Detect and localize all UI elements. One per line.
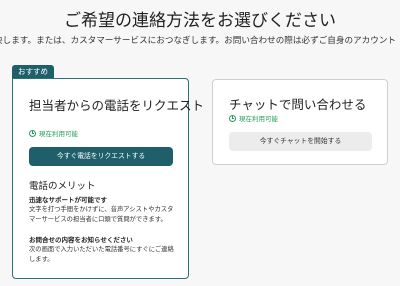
page-title: ご希望の連絡方法をお選びください — [64, 11, 336, 31]
intro-text: 決します。または、カスタマーサービスにおつなぎします。お問い合わせの際は必ずご自… — [0, 36, 397, 46]
availability-label: 現在利用可能 — [39, 130, 78, 138]
recommended-badge: おすすめ — [12, 65, 54, 79]
benefit-body: 文字を打つ手間をかけずに、音声アシストやカスタマーサービスの担当者に口頭で質問が… — [29, 206, 174, 223]
chat-availability: 現在利用可能 — [229, 113, 278, 123]
call-request-card: 担当者からの電話をリクエスト 現在利用可能 今すぐ電話をリクエストする 電話のメ… — [12, 78, 204, 279]
benefit-title: お問合せの内容をお知らせください — [29, 236, 133, 244]
benefit-body: 次の画面で入力いただいた電話番号にすぐにご連絡します。 — [29, 246, 174, 263]
clock-icon — [229, 114, 236, 122]
chat-card-title: チャットで問い合わせる — [229, 97, 367, 112]
benefit-title: 迅速なサポートが可能です — [29, 196, 107, 204]
request-call-button[interactable]: 今すぐ電話をリクエストする — [29, 147, 173, 166]
chat-card: チャットで問い合わせる 現在利用可能 今すぐチャットを開始する — [212, 79, 388, 165]
call-availability: 現在利用可能 — [29, 128, 78, 138]
benefits-title: 電話のメリット — [29, 181, 96, 192]
start-chat-button[interactable]: 今すぐチャットを開始する — [229, 132, 372, 151]
clock-icon — [29, 129, 36, 137]
availability-label: 現在利用可能 — [239, 115, 278, 123]
call-card-title: 担当者からの電話をリクエスト — [29, 98, 205, 113]
